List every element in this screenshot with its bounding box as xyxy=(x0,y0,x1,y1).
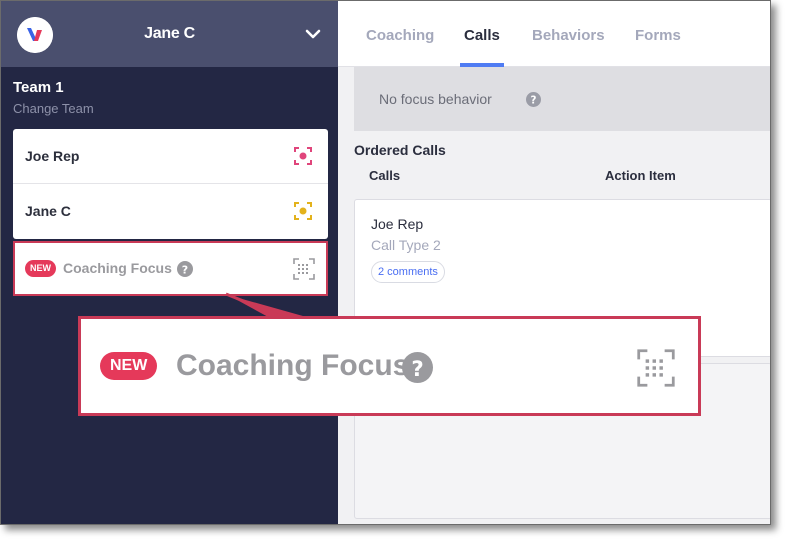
member-row[interactable]: Jane C xyxy=(13,184,328,239)
member-row[interactable]: Joe Rep xyxy=(13,129,328,184)
qr-grid-icon xyxy=(293,258,315,280)
tab-bar: Coaching Calls Behaviors Forms xyxy=(338,1,770,67)
svg-text:?: ? xyxy=(411,357,423,382)
coaching-focus-label: Coaching Focus xyxy=(176,349,410,382)
comments-button[interactable]: 2 comments xyxy=(371,261,445,283)
chevron-down-icon[interactable] xyxy=(304,27,322,41)
focus-text: No focus behavior xyxy=(379,91,492,107)
member-name: Joe Rep xyxy=(25,148,80,164)
tab-behaviors[interactable]: Behaviors xyxy=(532,27,605,44)
new-badge: NEW xyxy=(25,260,56,277)
ordered-calls-title: Ordered Calls xyxy=(354,142,446,158)
sidebar: Jane C Team 1 Change Team Joe Rep Jane C xyxy=(1,1,338,524)
help-icon[interactable]: ? xyxy=(526,92,541,107)
app-window: Jane C Team 1 Change Team Joe Rep Jane C xyxy=(0,0,771,525)
focus-target-icon xyxy=(294,202,312,220)
coaching-focus-row[interactable]: NEW Coaching Focus ? xyxy=(13,241,328,296)
tab-calls[interactable]: Calls xyxy=(464,27,500,44)
svg-text:?: ? xyxy=(531,95,537,107)
new-badge: NEW xyxy=(100,352,158,380)
help-icon[interactable]: ? xyxy=(177,261,193,277)
coaching-focus-callout: NEW Coaching Focus ? xyxy=(78,316,701,416)
focus-target-icon xyxy=(294,147,312,165)
qr-grid-icon xyxy=(637,349,675,387)
change-team-link[interactable]: Change Team xyxy=(13,101,94,116)
tab-forms[interactable]: Forms xyxy=(635,27,681,44)
user-bar[interactable]: Jane C xyxy=(1,1,338,67)
svg-text:?: ? xyxy=(182,263,188,276)
column-header-calls: Calls xyxy=(369,168,401,183)
member-name: Jane C xyxy=(25,203,71,219)
tab-coaching[interactable]: Coaching xyxy=(366,27,434,44)
coaching-focus-label: Coaching Focus xyxy=(63,260,172,276)
user-name: Jane C xyxy=(144,25,195,42)
focus-panel: No focus behavior ? xyxy=(354,67,770,131)
member-list: Joe Rep Jane C xyxy=(13,129,328,239)
call-rep-name: Joe Rep xyxy=(371,216,424,232)
help-icon: ? xyxy=(402,352,433,383)
column-header-action-item: Action Item xyxy=(605,168,676,183)
main-panel: Coaching Calls Behaviors Forms No focus … xyxy=(338,1,770,524)
call-type: Call Type 2 xyxy=(371,237,441,253)
team-name: Team 1 xyxy=(13,79,64,96)
